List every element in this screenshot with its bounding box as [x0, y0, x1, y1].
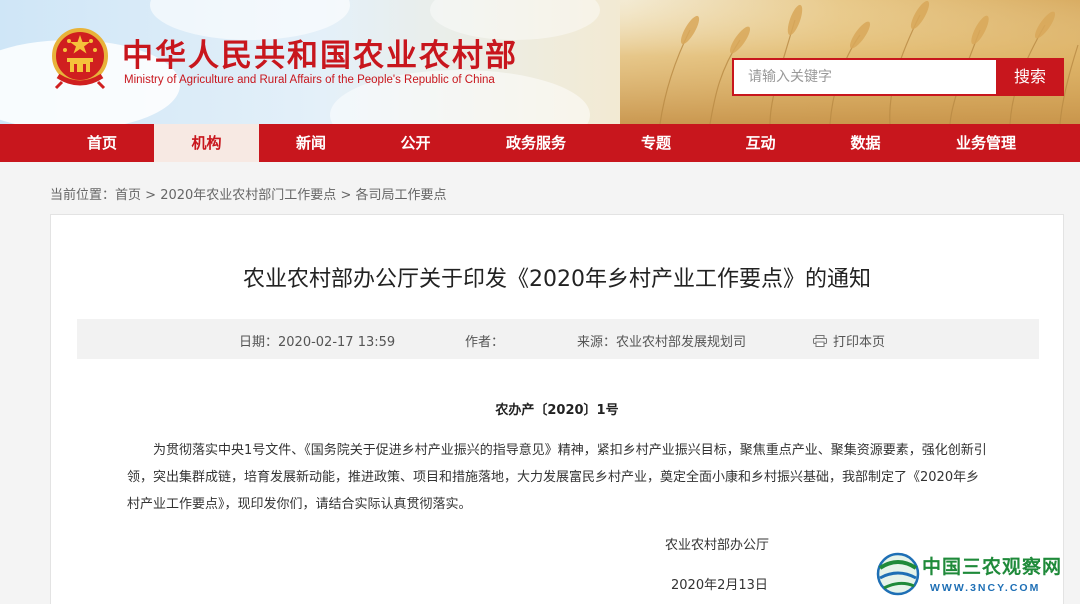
meta-source-value: 农业农村部发展规划司	[616, 335, 747, 350]
watermark-url: WWW.3NCY.COM	[930, 582, 1041, 594]
print-label: 打印本页	[833, 335, 886, 350]
printer-icon	[813, 335, 827, 347]
site-header: 中华人民共和国农业农村部 Ministry of Agriculture and…	[0, 0, 1080, 124]
meta-source: 来源：农业农村部发展规划司	[577, 331, 746, 350]
nav-item-business-management[interactable]: 业务管理	[918, 124, 1054, 162]
breadcrumb-item-work-points[interactable]: 2020年农业农村部门工作要点	[160, 188, 336, 203]
nav-item-data[interactable]: 数据	[813, 124, 918, 162]
article-title: 农业农村部办公厅关于印发《2020年乡村产业工作要点》的通知	[243, 267, 871, 292]
meta-date-label: 日期：	[239, 335, 279, 350]
breadcrumb: 当前位置：首页 > 2020年农业农村部门工作要点 > 各司局工作要点	[50, 184, 447, 203]
nav-item-public[interactable]: 公开	[363, 124, 468, 162]
search-input[interactable]: 请输入关键字	[732, 58, 996, 96]
national-emblem-icon	[52, 28, 108, 90]
meta-author-label: 作者：	[465, 335, 505, 350]
main-nav: 首页 机构 新闻 公开 政务服务 专题 互动 数据 业务管理	[0, 124, 1080, 162]
breadcrumb-item-departments[interactable]: 各司局工作要点	[356, 188, 447, 203]
meta-source-label: 来源：	[577, 335, 617, 350]
nav-item-government-services[interactable]: 政务服务	[468, 124, 604, 162]
breadcrumb-separator: >	[145, 188, 157, 203]
article-panel: 农业农村部办公厅关于印发《2020年乡村产业工作要点》的通知 日期：2020-0…	[50, 214, 1064, 604]
article-body: 为贯彻落实中央1号文件、《国务院关于促进乡村产业振兴的指导意见》精神，紧扣乡村产…	[127, 443, 987, 512]
search-button[interactable]: 搜索	[996, 58, 1064, 96]
breadcrumb-separator: >	[340, 188, 352, 203]
nav-item-news[interactable]: 新闻	[259, 124, 363, 162]
breadcrumb-prefix: 当前位置：	[50, 188, 116, 203]
document-number: 农办产〔2020〕1号	[495, 403, 619, 418]
nav-item-interaction[interactable]: 互动	[708, 124, 813, 162]
print-button[interactable]: 打印本页	[813, 331, 885, 350]
article-sign-date: 2020年2月13日	[671, 578, 768, 593]
nav-item-topics[interactable]: 专题	[604, 124, 708, 162]
nav-item-home[interactable]: 首页	[50, 124, 154, 162]
site-title: 中华人民共和国农业农村部	[122, 38, 518, 74]
site-subtitle: Ministry of Agriculture and Rural Affair…	[124, 74, 495, 86]
breadcrumb-item-home[interactable]: 首页	[115, 188, 141, 203]
meta-date-value: 2020-02-17 13:59	[278, 335, 396, 350]
nav-item-organization[interactable]: 机构	[154, 124, 259, 162]
article-meta-bar: 日期：2020-02-17 13:59 作者： 来源：农业农村部发展规划司 打印…	[77, 319, 1039, 359]
meta-date: 日期：2020-02-17 13:59	[239, 331, 395, 350]
meta-author: 作者：	[465, 331, 504, 350]
watermark-name: 中国三农观察网	[922, 556, 1063, 578]
article-signature: 农业农村部办公厅	[665, 538, 770, 553]
